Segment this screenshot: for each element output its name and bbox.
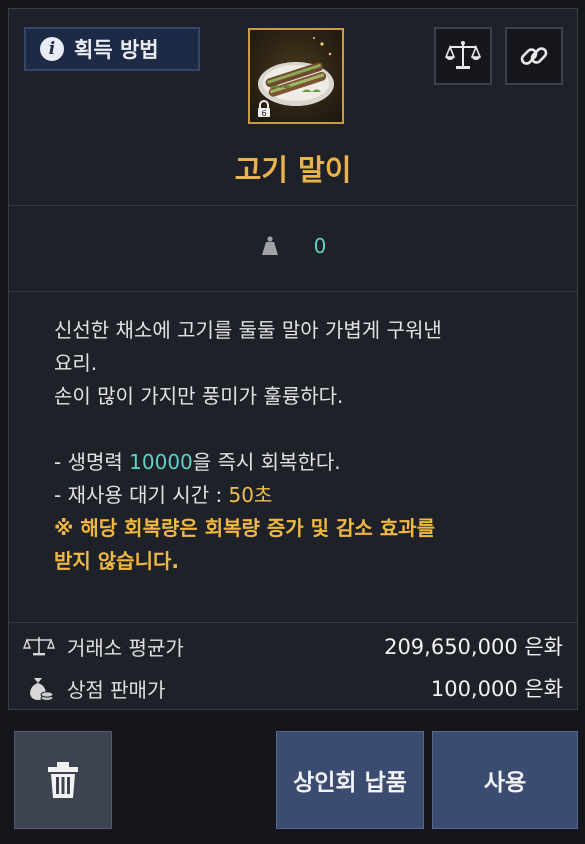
- market-price-value: 209,650,000 은화: [384, 635, 563, 659]
- weight-row: 0: [9, 231, 577, 261]
- lock-icon: 6: [258, 100, 270, 118]
- shop-price-value: 100,000 은화: [430, 677, 563, 701]
- divider: [9, 622, 577, 623]
- market-price-label: 거래소 평균가: [67, 635, 184, 660]
- divider: [9, 291, 577, 292]
- note-line: 받지 않습니다.: [54, 549, 179, 573]
- market-price-row: 거래소 평균가 209,650,000 은화: [9, 626, 577, 666]
- effect-hp-recovery: - 생명력 10000을 즉시 회복한다.: [54, 450, 341, 474]
- svg-text:6: 6: [261, 109, 266, 118]
- money-bag-icon: [30, 678, 54, 702]
- shop-price-row: 상점 판매가 100,000 은화: [9, 668, 577, 708]
- merchant-delivery-button[interactable]: 상인회 납품: [276, 731, 424, 829]
- item-icon-frame: 6: [248, 28, 344, 124]
- compare-button[interactable]: [434, 27, 492, 85]
- info-icon: i: [40, 37, 64, 61]
- cooldown-value: 50초: [228, 483, 273, 507]
- shop-price-label: 상점 판매가: [67, 677, 166, 702]
- item-description: 신선한 채소에 고기를 둘둘 말아 가볍게 구워낸 요리. 손이 많이 가지만 …: [54, 314, 564, 578]
- acquire-method-label: 획득 방법: [74, 38, 159, 62]
- description-line: 신선한 채소에 고기를 둘둘 말아 가볍게 구워낸: [54, 318, 442, 342]
- link-icon: [520, 47, 548, 65]
- scale-icon: [445, 41, 481, 69]
- acquire-method-button[interactable]: i 획득 방법: [24, 27, 200, 71]
- scale-icon: [23, 637, 55, 656]
- description-line: 손이 많이 가지만 풍미가 훌륭하다.: [54, 384, 344, 408]
- item-tooltip-panel: i 획득 방법 6 고기 말이 0 신선한 채소에 고기를 둘둘 말아 가볍게 …: [8, 8, 578, 710]
- delete-button[interactable]: [14, 731, 112, 829]
- effect-cooldown: - 재사용 대기 시간 : 50초: [54, 483, 273, 507]
- use-button[interactable]: 사용: [432, 731, 578, 829]
- description-line: 요리.: [54, 351, 98, 375]
- hp-amount: 10000: [129, 450, 193, 474]
- item-name: 고기 말이: [234, 153, 352, 187]
- trash-icon: [48, 762, 78, 798]
- weight-icon: [261, 236, 278, 255]
- link-button[interactable]: [505, 27, 563, 85]
- weight-value: 0: [313, 234, 327, 258]
- note-line: ※ 해당 회복량은 회복량 증가 및 감소 효과를: [54, 516, 435, 540]
- divider: [9, 205, 577, 206]
